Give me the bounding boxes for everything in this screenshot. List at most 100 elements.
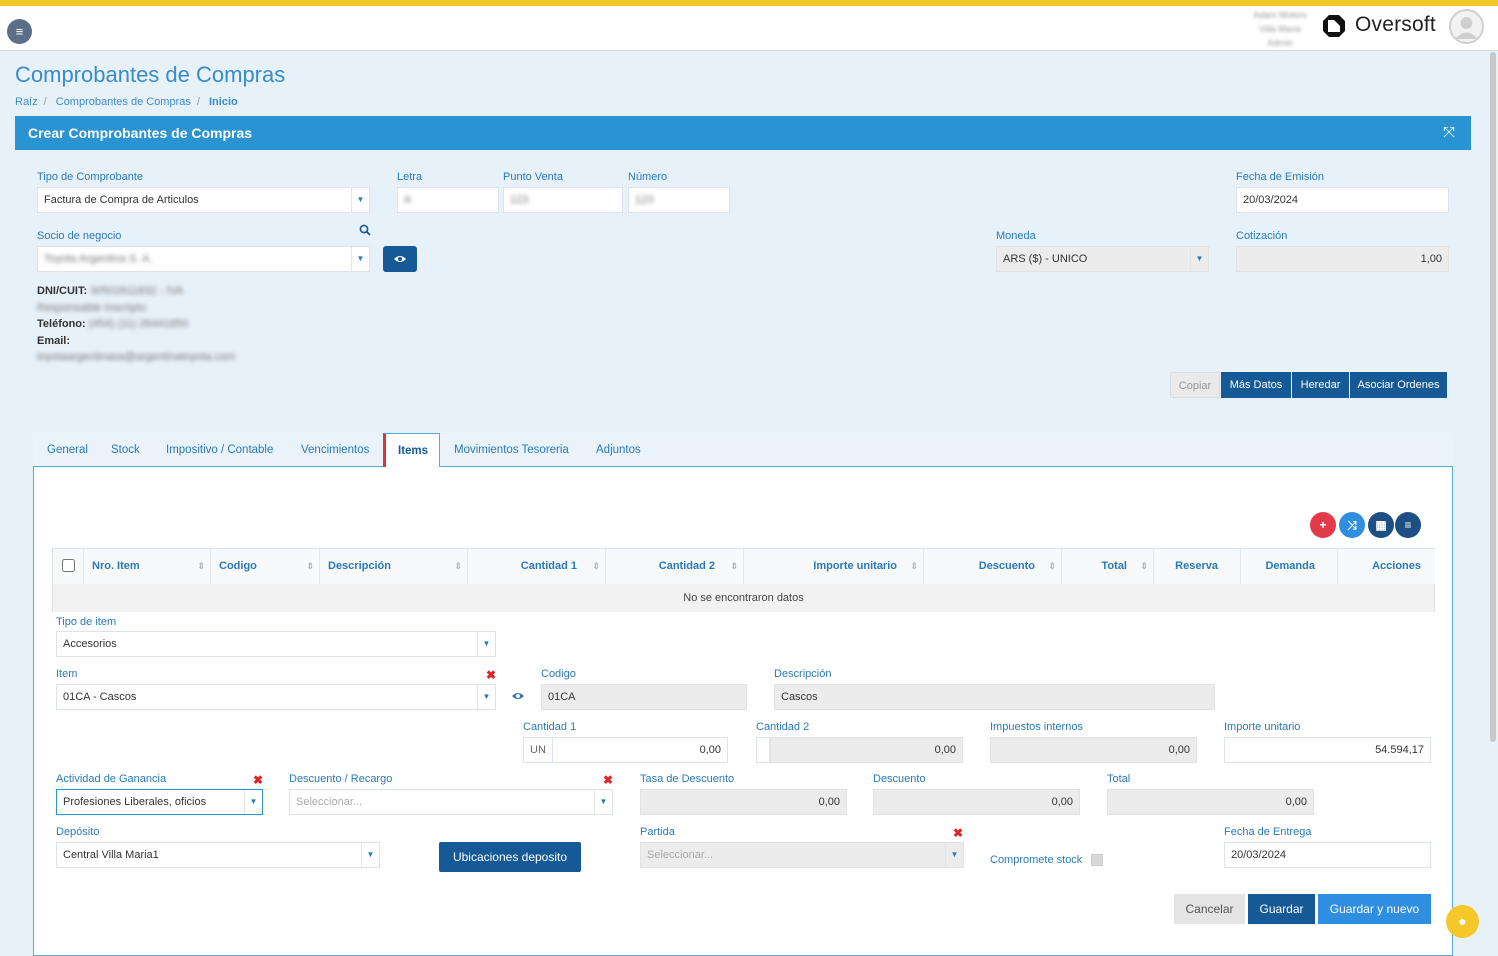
avatar[interactable] [1449,9,1484,44]
panel-title: Crear Comprobantes de Compras [28,125,253,141]
tab-impositivo[interactable]: Impositivo / Contable [154,433,285,467]
mas-datos-button[interactable]: Más Datos [1221,372,1291,398]
compromete-stock-checkbox[interactable] [1091,854,1103,866]
search-icon[interactable] [359,224,371,236]
telefono-value: (454) (11) 26441850 [88,318,189,330]
col-cantidad1[interactable]: Cantidad 1 ⇕ [468,549,606,584]
importe-unitario-value: 54.594,17 [1375,744,1424,756]
moneda-label: Moneda [996,230,1036,242]
shuffle-icon[interactable]: ⤨ [1339,512,1365,538]
fecha-emision-field[interactable]: 20/03/2024 [1236,187,1449,213]
tipo-item-select[interactable]: Accesorios ▼ [56,631,496,657]
cantidad1-value: 0,00 [699,744,721,756]
select-all-checkbox[interactable] [61,559,75,572]
cantidad2-field[interactable]: 0,00 [770,737,963,763]
importe-unitario-label: Importe unitario [1224,721,1301,733]
list-icon[interactable]: ≡ [1395,512,1421,538]
expand-icon[interactable]: ⤧ [1443,124,1455,141]
compromete-stock-label: Compromete stock [990,854,1083,866]
numero-field[interactable]: 123 [628,187,730,213]
clear-partida-icon[interactable]: ✖ [953,826,963,840]
email-label: Email: [37,334,71,347]
guardar-y-nuevo-button[interactable]: Guardar y nuevo [1318,894,1431,924]
eye-icon[interactable] [511,691,525,701]
partida-select[interactable]: Seleccionar... ▼ [640,842,964,868]
impuestos-internos-label: Impuestos internos [990,721,1083,733]
tab-vencimientos[interactable]: Vencimientos [289,433,381,467]
col-nro-item[interactable]: Nro. Item ⇕ [84,549,211,584]
cotizacion-label: Cotización [1236,230,1288,242]
tab-stock[interactable]: Stock [99,433,152,467]
deposito-select[interactable]: Central Villa Maria1 ▼ [56,842,380,868]
add-icon[interactable]: + [1310,512,1336,538]
total-field[interactable]: 0,00 [1107,789,1314,815]
dni-label: DNI/CUIT: [37,285,88,297]
cantidad1-field[interactable]: 0,00 [552,737,728,763]
descripcion-field[interactable]: Cascos [774,684,1215,710]
tab-items[interactable]: Items [383,433,440,468]
cancelar-button[interactable]: Cancelar [1174,894,1245,924]
codigo-field[interactable]: 01CA [541,684,747,710]
descuento-recargo-select[interactable]: Seleccionar... ▼ [289,789,613,815]
grid-empty-message: No se encontraron datos [53,584,1434,612]
user-avatar-icon [1455,17,1478,39]
clear-item-icon[interactable]: ✖ [486,668,496,682]
copiar-button[interactable]: Copiar [1170,372,1220,398]
impuestos-internos-field[interactable]: 0,00 [990,737,1197,763]
ubicaciones-deposito-button[interactable]: Ubicaciones deposito [439,842,581,872]
col-codigo[interactable]: Codigo ⇕ [211,549,320,584]
page-title: Comprobantes de Compras [15,62,286,87]
socio-details: DNI/CUIT: 30502611832 - IVA Responsable … [37,283,235,366]
guardar-button[interactable]: Guardar [1248,894,1315,924]
tasa-descuento-field[interactable]: 0,00 [640,789,847,815]
columns-icon[interactable]: ▦ [1368,512,1394,538]
oversoft-logo-icon [1323,15,1345,37]
tasa-descuento-label: Tasa de Descuento [640,773,735,785]
punto-venta-label: Punto Venta [503,171,563,183]
clear-descuento-recargo-icon[interactable]: ✖ [603,773,613,787]
clear-actividad-icon[interactable]: ✖ [253,773,263,787]
cotizacion-field[interactable]: 1,00 [1236,246,1449,272]
items-grid: Nro. Item ⇕ Codigo ⇕ Descripción ⇕ Cantidad… [52,548,1435,612]
tipo-item-label: Tipo de item [56,616,117,628]
col-descripcion[interactable]: Descripción ⇕ [320,549,468,584]
col-total[interactable]: Total ⇕ [1062,549,1154,584]
tab-general[interactable]: General [35,433,100,467]
socio-value: Toyota Argentina S. A. [44,253,153,265]
heredar-button[interactable]: Heredar [1292,372,1349,398]
cantidad1-unit[interactable]: UN [523,737,553,763]
col-descuento[interactable]: Descuento ⇕ [924,549,1062,584]
breadcrumb-comprobantes[interactable]: Comprobantes de Compras [56,96,191,108]
col-importe-unitario[interactable]: Importe unitario ⇕ [744,549,924,584]
item-select[interactable]: 01CA - Cascos ▼ [56,684,496,710]
socio-select[interactable]: Toyota Argentina S. A. ▼ [37,246,370,272]
col-reserva: Reserva [1154,549,1241,584]
tab-adjuntos[interactable]: Adjuntos [584,433,653,467]
numero-value: 123 [635,194,654,206]
importe-unitario-field[interactable]: 54.594,17 [1224,737,1431,763]
tipo-comprobante-select[interactable]: Factura de Compra de Articulos ▼ [37,187,370,213]
sort-icon: ⇕ [910,561,918,571]
sort-icon: ⇕ [197,561,205,571]
view-socio-button[interactable] [383,246,417,272]
breadcrumb-current: Inicio [209,96,238,108]
fecha-entrega-value: 20/03/2024 [1231,849,1287,861]
chevron-down-icon: ▼ [351,188,369,212]
chat-icon[interactable]: ● [1446,905,1479,938]
asociar-ordenes-button[interactable]: Asociar Ordenes [1350,372,1447,398]
moneda-select[interactable]: ARS ($) - UNICO ▼ [996,246,1209,272]
fecha-entrega-field[interactable]: 20/03/2024 [1224,842,1431,868]
cantidad2-unit[interactable] [756,737,770,763]
breadcrumb-root[interactable]: Raíz [15,96,38,108]
sort-icon: ⇕ [592,561,600,571]
scrollbar[interactable] [1490,52,1496,742]
col-cantidad2[interactable]: Cantidad 2 ⇕ [606,549,744,584]
letra-field[interactable]: A [397,187,499,213]
col-reserva-label: Reserva [1175,560,1218,572]
punto-venta-field[interactable]: 123 [503,187,623,213]
descuento-field[interactable]: 0,00 [873,789,1080,815]
actividad-select[interactable]: Profesiones Liberales, oficios ▼ [56,789,263,815]
tab-movimientos[interactable]: Movimientos Tesoreria [442,433,581,467]
letra-label: Letra [397,171,423,183]
menu-icon[interactable]: ≡ [7,19,32,44]
